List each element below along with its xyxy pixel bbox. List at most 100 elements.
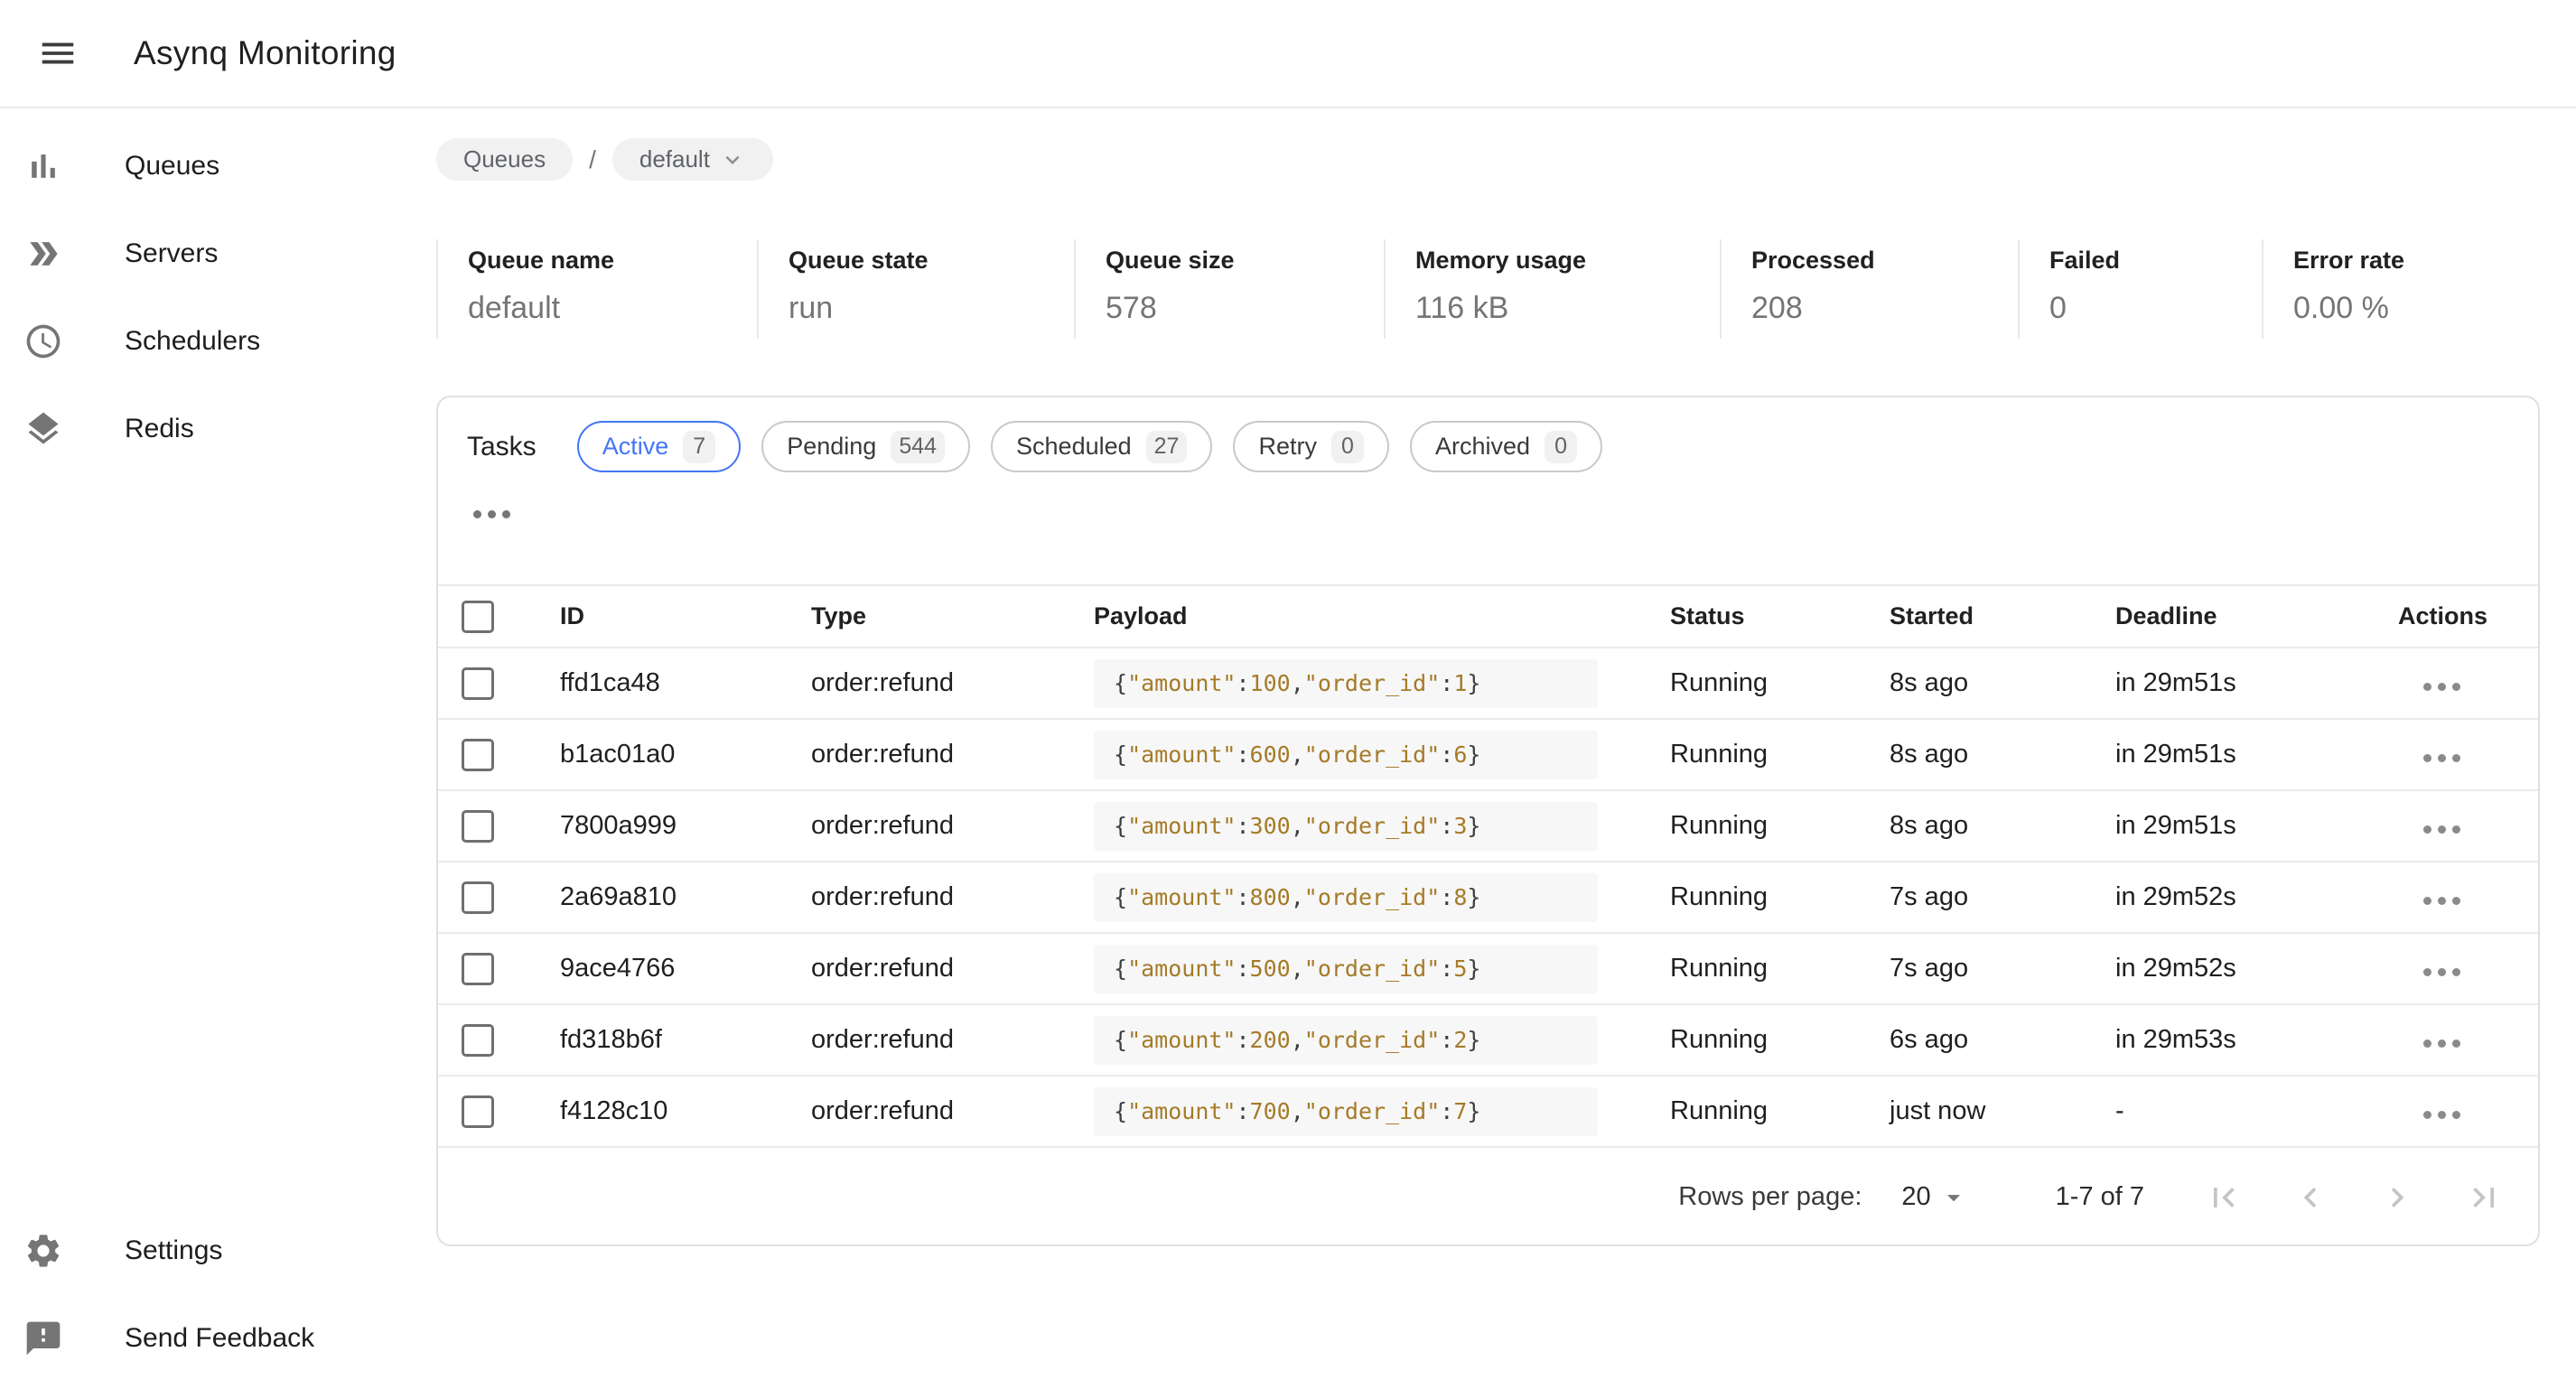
select-all-checkbox[interactable] bbox=[462, 601, 494, 633]
row-checkbox[interactable] bbox=[462, 810, 494, 843]
sidebar-item-queues[interactable]: Queues bbox=[0, 122, 434, 210]
sidebar-item-redis[interactable]: Redis bbox=[0, 385, 434, 472]
col-header-deadline: Deadline bbox=[2115, 602, 2398, 630]
task-status: Running bbox=[1670, 740, 1890, 769]
task-status: Running bbox=[1670, 882, 1890, 912]
task-id: ffd1ca48 bbox=[560, 668, 811, 698]
task-started: just now bbox=[1890, 1096, 2115, 1126]
next-page-button[interactable] bbox=[2377, 1178, 2417, 1217]
task-payload: {"amount":700,"order_id":7} bbox=[1094, 1087, 1670, 1136]
row-checkbox[interactable] bbox=[462, 739, 494, 771]
table-row: fd318b6f order:refund {"amount":200,"ord… bbox=[438, 1005, 2538, 1077]
last-page-button[interactable] bbox=[2464, 1178, 2504, 1217]
breadcrumb: Queues / default bbox=[436, 138, 2576, 181]
row-actions-menu[interactable] bbox=[2423, 754, 2460, 762]
gear-icon bbox=[23, 1231, 63, 1271]
col-header-started: Started bbox=[1890, 602, 2115, 630]
sidebar-item-settings[interactable]: Settings bbox=[0, 1207, 434, 1294]
sidebar-item-label: Redis bbox=[125, 414, 194, 444]
last-page-icon bbox=[2464, 1178, 2504, 1217]
stat-label: Error rate bbox=[2293, 247, 2545, 275]
task-deadline: in 29m52s bbox=[2115, 954, 2398, 983]
tab-retry[interactable]: Retry 0 bbox=[1233, 421, 1389, 472]
task-deadline: - bbox=[2115, 1096, 2398, 1126]
task-started: 7s ago bbox=[1890, 882, 2115, 912]
task-payload: {"amount":800,"order_id":8} bbox=[1094, 873, 1670, 922]
table-row: b1ac01a0 order:refund {"amount":600,"ord… bbox=[438, 720, 2538, 791]
stat-queue-size: Queue size 578 bbox=[1074, 239, 1384, 339]
bar-chart-icon bbox=[23, 146, 63, 186]
app-bar: Asynq Monitoring bbox=[0, 0, 2576, 108]
tab-label: Archived bbox=[1435, 433, 1530, 461]
hamburger-icon bbox=[37, 33, 79, 74]
row-checkbox[interactable] bbox=[462, 881, 494, 914]
row-actions-menu[interactable] bbox=[2423, 683, 2460, 691]
stat-memory-usage: Memory usage 116 kB bbox=[1384, 239, 1720, 339]
task-started: 8s ago bbox=[1890, 668, 2115, 698]
table-header-row: ID Type Payload Status Started Deadline … bbox=[438, 584, 2538, 648]
task-id: 2a69a810 bbox=[560, 882, 811, 912]
task-type: order:refund bbox=[811, 1025, 1094, 1055]
row-checkbox[interactable] bbox=[462, 667, 494, 700]
tab-count-badge: 544 bbox=[891, 431, 945, 463]
task-payload: {"amount":200,"order_id":2} bbox=[1094, 1016, 1670, 1065]
task-id: 9ace4766 bbox=[560, 954, 811, 983]
stat-value: 116 kB bbox=[1415, 291, 1720, 326]
task-status: Running bbox=[1670, 954, 1890, 983]
task-type: order:refund bbox=[811, 882, 1094, 912]
first-page-icon bbox=[2204, 1178, 2244, 1217]
pager-controls bbox=[2204, 1178, 2504, 1217]
tab-scheduled[interactable]: Scheduled 27 bbox=[991, 421, 1212, 472]
task-deadline: in 29m51s bbox=[2115, 811, 2398, 841]
rows-per-page-select[interactable]: 20 bbox=[1901, 1182, 1968, 1213]
task-started: 6s ago bbox=[1890, 1025, 2115, 1055]
stat-label: Memory usage bbox=[1415, 247, 1720, 275]
row-checkbox[interactable] bbox=[462, 1095, 494, 1128]
stat-value: run bbox=[789, 291, 1074, 326]
previous-page-button[interactable] bbox=[2291, 1178, 2330, 1217]
queue-stats: Queue name default Queue state run Queue… bbox=[436, 239, 2576, 339]
tab-pending[interactable]: Pending 544 bbox=[761, 421, 970, 472]
arrow-dropdown-icon bbox=[1938, 1182, 1969, 1213]
task-type: order:refund bbox=[811, 1096, 1094, 1126]
stat-value: 0 bbox=[2049, 291, 2262, 326]
row-actions-menu[interactable] bbox=[2423, 1039, 2460, 1048]
stat-label: Queue name bbox=[468, 247, 757, 275]
row-actions-menu[interactable] bbox=[2423, 825, 2460, 834]
row-checkbox[interactable] bbox=[462, 953, 494, 985]
breadcrumb-root-label: Queues bbox=[463, 145, 546, 173]
menu-button[interactable] bbox=[25, 21, 90, 86]
row-actions-menu[interactable] bbox=[2423, 1111, 2460, 1119]
task-id: b1ac01a0 bbox=[560, 740, 811, 769]
rows-per-page-label: Rows per page: bbox=[1678, 1182, 1862, 1212]
tab-active[interactable]: Active 7 bbox=[577, 421, 742, 472]
row-checkbox[interactable] bbox=[462, 1024, 494, 1057]
breadcrumb-queues-chip[interactable]: Queues bbox=[436, 138, 573, 181]
stat-label: Failed bbox=[2049, 247, 2262, 275]
sidebar-item-servers[interactable]: Servers bbox=[0, 210, 434, 297]
stat-value: default bbox=[468, 291, 757, 326]
sidebar-item-schedulers[interactable]: Schedulers bbox=[0, 297, 434, 385]
sidebar-bottom: Settings Send Feedback bbox=[0, 1207, 434, 1382]
app-title: Asynq Monitoring bbox=[134, 34, 397, 72]
tab-archived[interactable]: Archived 0 bbox=[1410, 421, 1602, 472]
row-actions-menu[interactable] bbox=[2423, 968, 2460, 976]
stat-label: Processed bbox=[1751, 247, 2018, 275]
sidebar-item-send-feedback[interactable]: Send Feedback bbox=[0, 1294, 434, 1382]
col-header-id: ID bbox=[560, 602, 811, 630]
task-type: order:refund bbox=[811, 740, 1094, 769]
task-deadline: in 29m53s bbox=[2115, 1025, 2398, 1055]
stat-label: Queue size bbox=[1106, 247, 1384, 275]
task-status: Running bbox=[1670, 1025, 1890, 1055]
queue-select-chip[interactable]: default bbox=[612, 138, 773, 181]
task-started: 8s ago bbox=[1890, 740, 2115, 769]
first-page-button[interactable] bbox=[2204, 1178, 2244, 1217]
task-id: f4128c10 bbox=[560, 1096, 811, 1126]
row-actions-menu[interactable] bbox=[2423, 897, 2460, 905]
table-toolbar bbox=[438, 494, 2538, 534]
task-deadline: in 29m52s bbox=[2115, 882, 2398, 912]
breadcrumb-separator: / bbox=[589, 145, 596, 174]
more-horiz-icon[interactable] bbox=[473, 510, 510, 518]
tab-count-badge: 0 bbox=[1331, 431, 1364, 463]
task-status: Running bbox=[1670, 811, 1890, 841]
